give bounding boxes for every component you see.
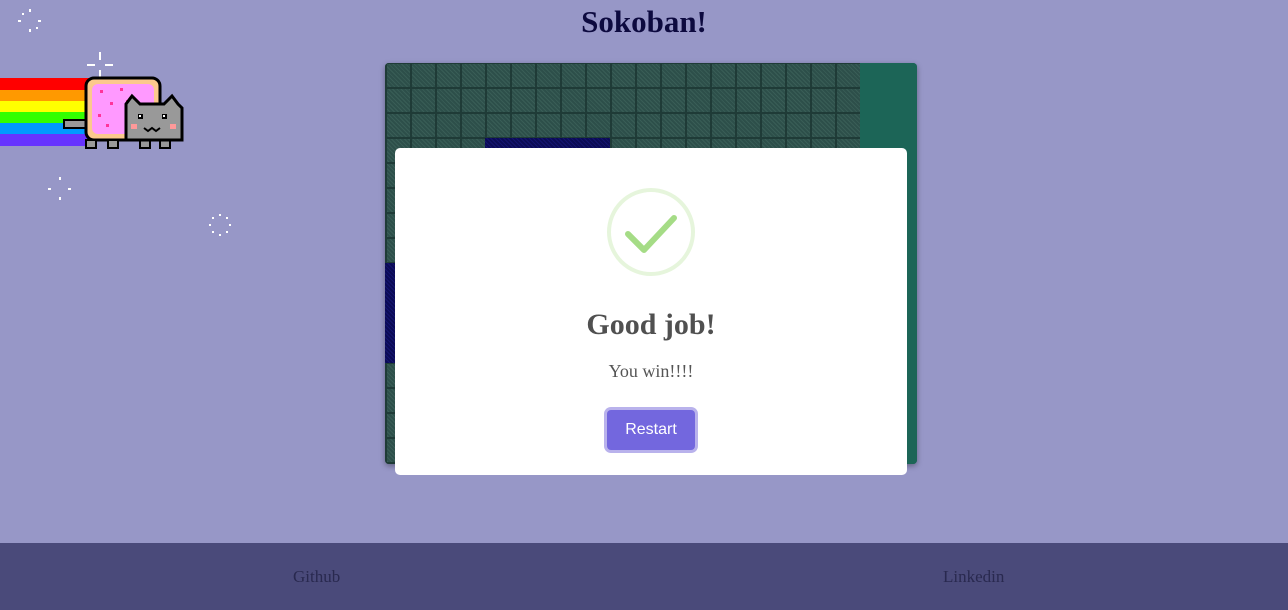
success-modal: Good job! You win!!!! Restart bbox=[395, 148, 907, 475]
sparkle-icon bbox=[47, 176, 73, 202]
nyan-cat-icon bbox=[0, 76, 190, 156]
footer: Github Linkedin bbox=[0, 543, 1288, 610]
github-link[interactable]: Github bbox=[293, 567, 340, 587]
page-title: Sokoban! bbox=[581, 4, 707, 39]
linkedin-link[interactable]: Linkedin bbox=[943, 567, 1004, 587]
modal-message: You win!!!! bbox=[608, 361, 694, 381]
checkmark-icon bbox=[607, 188, 695, 276]
sparkle-icon bbox=[87, 52, 113, 78]
restart-button[interactable]: Restart bbox=[607, 410, 695, 450]
sparkle-icon bbox=[17, 8, 43, 34]
modal-title: Good job! bbox=[586, 308, 716, 341]
sparkle-icon bbox=[207, 212, 233, 238]
